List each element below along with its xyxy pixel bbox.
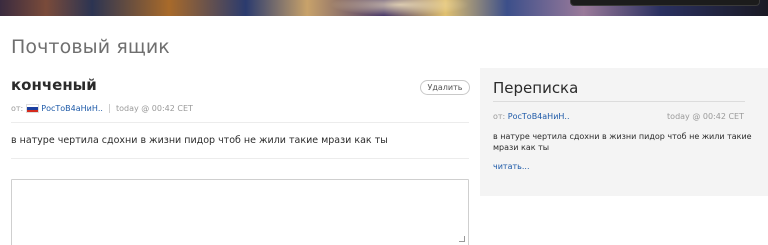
divider (11, 122, 469, 123)
delete-button[interactable]: Удалить (420, 80, 470, 95)
from-prefix: от: (493, 112, 506, 121)
author-link[interactable]: РосТоВ4аНиН.. (41, 104, 103, 113)
message-time: today @ 00:42 CET (115, 104, 193, 113)
divider (493, 101, 745, 102)
message-subject: конченый (11, 76, 97, 94)
conversation-item-meta: от: РосТоВ4аНиН.. (493, 112, 570, 121)
divider (11, 158, 469, 159)
header-search-box[interactable] (570, 0, 760, 6)
conversation-item-text: в натуре чертила сдохни в жизни пидор чт… (493, 132, 752, 152)
banner-artwork (330, 0, 470, 16)
conversation-item-time: today @ 00:42 CET (667, 112, 744, 121)
reply-textarea[interactable] (11, 179, 469, 245)
from-prefix: от: (11, 104, 24, 113)
message-body: в натуре чертила сдохни в жизни пидор чт… (11, 135, 388, 146)
resize-handle-icon[interactable] (459, 236, 465, 242)
header-banner (0, 0, 768, 16)
russia-flag-icon (26, 104, 40, 113)
conversation-title: Переписка (493, 79, 579, 97)
meta-divider (108, 104, 110, 113)
conversation-panel: Переписка от: РосТоВ4аНиН.. today @ 00:4… (480, 68, 768, 196)
conversation-author-link[interactable]: РосТоВ4аНиН.. (508, 112, 570, 121)
page-title: Почтовый ящик (11, 36, 170, 58)
message-meta: от: РосТоВ4аНиН.. today @ 00:42 CET (11, 104, 193, 113)
read-more-link[interactable]: читать... (493, 162, 530, 171)
